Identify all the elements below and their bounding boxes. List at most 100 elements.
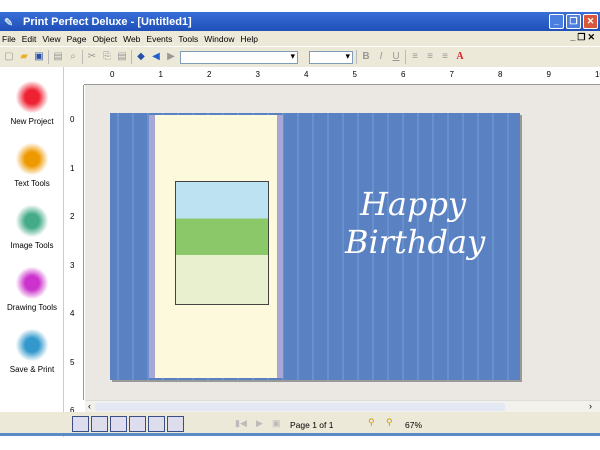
toolbar: ▢ ▰ ▣ ▤ ⌕ ✂ ⎘ ▤ ◆ ◀ ▶ B I U ≡ ≡ ≡ A bbox=[0, 47, 600, 67]
sidebar-item-image-tools[interactable]: Image Tools bbox=[0, 205, 64, 250]
scroll-right-icon[interactable]: › bbox=[589, 401, 592, 411]
vertical-ruler: 0123456 bbox=[68, 85, 84, 415]
ruler-label: 5 bbox=[352, 70, 357, 79]
copy-icon[interactable]: ⎘ bbox=[101, 51, 113, 63]
title-bar: ✎ Print Perfect Deluxe - [Untitled1] _ ❐… bbox=[0, 12, 600, 31]
ruler-label: 0 bbox=[110, 70, 115, 79]
text-color-icon[interactable]: A bbox=[454, 51, 466, 63]
status-bar: ▮◀ ▶ ▣ Page 1 of 1 ⚲ ⚲ 67% bbox=[0, 412, 600, 436]
tools-panel: New Project Text Tools Image Tools Drawing … bbox=[0, 67, 64, 437]
ruler-label: 4 bbox=[304, 70, 309, 79]
save-icon[interactable]: ▣ bbox=[33, 51, 45, 63]
zoom-out-icon[interactable]: ⚲ bbox=[368, 417, 375, 428]
canvas-area[interactable]: Happy Birthday bbox=[85, 85, 600, 400]
scroll-left-icon[interactable]: ‹ bbox=[88, 401, 91, 411]
tool-icon bbox=[15, 267, 49, 299]
tool-label: Drawing Tools bbox=[6, 303, 58, 312]
separator bbox=[356, 50, 357, 64]
underline-icon[interactable]: U bbox=[390, 51, 402, 63]
tool-icon bbox=[15, 205, 49, 237]
menu-help[interactable]: Help bbox=[240, 34, 257, 44]
view-inside-left-button[interactable] bbox=[91, 416, 108, 432]
menu-web[interactable]: Web bbox=[123, 34, 140, 44]
print-icon[interactable]: ▤ bbox=[52, 51, 64, 63]
menu-events[interactable]: Events bbox=[146, 34, 172, 44]
view-inside-right-button[interactable] bbox=[110, 416, 127, 432]
zoom-level: 67% bbox=[405, 420, 423, 430]
menu-page[interactable]: Page bbox=[67, 34, 87, 44]
ruler-label: 9 bbox=[546, 70, 551, 79]
separator bbox=[48, 50, 49, 64]
horizontal-ruler: 0 1 2 3 4 5 6 7 8 9 10 bbox=[84, 68, 600, 85]
separator bbox=[131, 50, 132, 64]
greeting-line-2: Birthday bbox=[345, 223, 486, 261]
menu-file[interactable]: File bbox=[2, 34, 16, 44]
tool-icon bbox=[15, 329, 49, 361]
book-icon[interactable]: ◆ bbox=[135, 51, 147, 63]
ruler-label: 3 bbox=[70, 260, 75, 270]
sidebar-item-text-tools[interactable]: Text Tools bbox=[0, 143, 64, 188]
cut-icon[interactable]: ✂ bbox=[86, 51, 98, 63]
ruler-label: 2 bbox=[207, 70, 212, 79]
forward-arrow-icon[interactable]: ▶ bbox=[165, 51, 177, 63]
tool-label: Image Tools bbox=[10, 241, 54, 250]
ruler-label: 2 bbox=[70, 212, 75, 221]
tool-label: Save & Print bbox=[9, 365, 55, 374]
sidebar-item-drawing-tools[interactable]: Drawing Tools bbox=[0, 267, 64, 312]
ruler-label: 4 bbox=[70, 309, 75, 318]
ruler-label: 7 bbox=[449, 70, 454, 79]
ruler-label: 3 bbox=[255, 70, 260, 79]
greeting-line-1: Happy bbox=[360, 185, 467, 223]
align-center-icon[interactable]: ≡ bbox=[424, 51, 436, 63]
ruler-label: 0 bbox=[70, 115, 75, 124]
next-page-icon[interactable]: ▶ bbox=[256, 418, 263, 429]
birthday-card[interactable]: Happy Birthday bbox=[110, 113, 520, 380]
horizontal-scrollbar[interactable]: ‹ › bbox=[85, 400, 600, 412]
view-back-button[interactable] bbox=[129, 416, 146, 432]
font-select[interactable] bbox=[180, 50, 298, 64]
document-window-controls[interactable]: _❐✕ bbox=[570, 32, 597, 43]
scrollbar-thumb[interactable] bbox=[95, 403, 505, 411]
back-arrow-icon[interactable]: ◀ bbox=[150, 51, 162, 63]
paste-icon[interactable]: ▤ bbox=[116, 51, 128, 63]
restore-button[interactable]: ❐ bbox=[566, 14, 581, 29]
menu-tools[interactable]: Tools bbox=[178, 34, 198, 44]
print-preview-icon[interactable]: ⌕ bbox=[67, 51, 79, 63]
font-size-select[interactable] bbox=[309, 50, 353, 64]
view-spread-button[interactable] bbox=[167, 416, 184, 432]
sidebar-item-new-project[interactable]: New Project bbox=[0, 81, 64, 126]
separator bbox=[405, 50, 406, 64]
sidebar-item-save-print[interactable]: Save & Print bbox=[0, 329, 64, 374]
menu-edit[interactable]: Edit bbox=[22, 34, 37, 44]
card-greeting-text[interactable]: Happy Birthday bbox=[345, 185, 485, 261]
first-page-icon[interactable]: ▮◀ bbox=[235, 418, 247, 429]
bold-icon[interactable]: B bbox=[360, 51, 372, 63]
minimize-button[interactable]: _ bbox=[549, 14, 564, 29]
flower-landscape-image[interactable] bbox=[175, 181, 269, 305]
view-fold-button[interactable] bbox=[148, 416, 165, 432]
open-icon[interactable]: ▰ bbox=[18, 51, 30, 63]
align-right-icon[interactable]: ≡ bbox=[439, 51, 451, 63]
view-front-button[interactable] bbox=[72, 416, 89, 432]
separator bbox=[82, 50, 83, 64]
menu-object[interactable]: Object bbox=[93, 34, 118, 44]
last-page-icon[interactable]: ▣ bbox=[272, 418, 281, 429]
page-indicator: Page 1 of 1 bbox=[290, 420, 334, 430]
align-left-icon[interactable]: ≡ bbox=[409, 51, 421, 63]
close-button[interactable]: ✕ bbox=[583, 14, 598, 29]
ruler-label: 6 bbox=[401, 70, 406, 79]
card-left-panel[interactable] bbox=[149, 115, 283, 378]
tool-icon bbox=[15, 81, 49, 113]
ruler-label: 8 bbox=[498, 70, 503, 79]
italic-icon[interactable]: I bbox=[375, 51, 387, 63]
new-icon[interactable]: ▢ bbox=[3, 51, 15, 63]
menu-view[interactable]: View bbox=[42, 34, 60, 44]
ruler-label: 5 bbox=[70, 357, 75, 367]
menu-bar: File Edit View Page Object Web Events Tools Wind… bbox=[0, 31, 600, 46]
tool-label: Text Tools bbox=[14, 179, 50, 188]
tool-icon bbox=[15, 143, 49, 175]
tool-label: New Project bbox=[10, 117, 54, 126]
menu-window[interactable]: Window bbox=[204, 34, 234, 44]
zoom-in-icon[interactable]: ⚲ bbox=[386, 417, 393, 428]
app-icon: ✎ bbox=[4, 16, 14, 29]
